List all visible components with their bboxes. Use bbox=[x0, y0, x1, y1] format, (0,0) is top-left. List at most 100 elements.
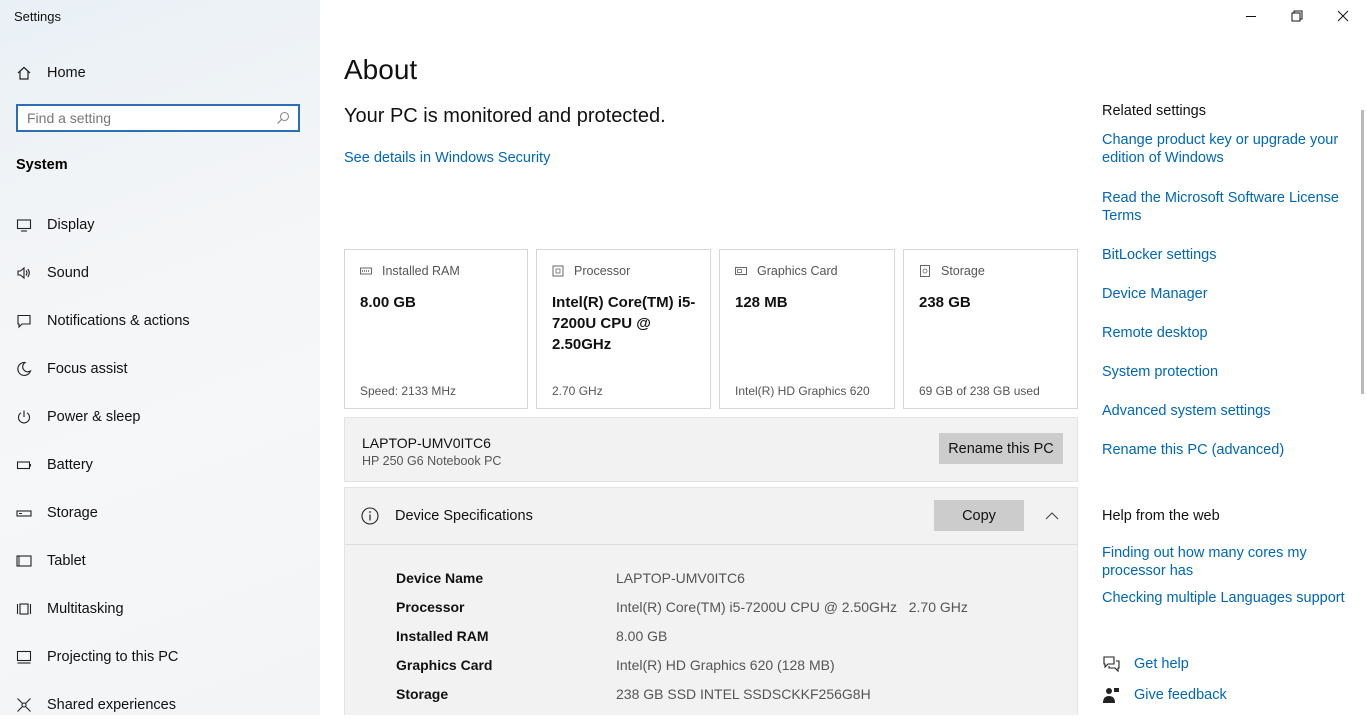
nav-label: Power & sleep bbox=[47, 409, 141, 425]
card-value: 8.00 GB bbox=[360, 294, 416, 311]
nav-multitasking[interactable]: Multitasking bbox=[16, 595, 306, 623]
info-icon bbox=[361, 507, 379, 530]
pc-name-panel: LAPTOP-UMV0ITC6 HP 250 G6 Notebook PC Re… bbox=[344, 417, 1078, 482]
card-label: Installed RAM bbox=[382, 264, 460, 278]
app-title: Settings bbox=[14, 9, 61, 24]
storage-icon bbox=[16, 505, 32, 521]
nav-label: Display bbox=[47, 217, 95, 233]
related-link[interactable]: Device Manager bbox=[1102, 285, 1347, 303]
search-field[interactable] bbox=[16, 104, 300, 132]
card-label: Storage bbox=[941, 264, 985, 278]
get-help-icon bbox=[1102, 655, 1120, 673]
close-button[interactable] bbox=[1320, 0, 1366, 32]
scrollbar[interactable] bbox=[1361, 110, 1364, 394]
windows-security-link[interactable]: See details in Windows Security bbox=[344, 150, 550, 166]
divider bbox=[345, 544, 1077, 545]
focus-assist-icon bbox=[16, 361, 32, 377]
nav-home[interactable]: Home bbox=[16, 59, 306, 87]
shared-experiences-icon bbox=[16, 697, 32, 713]
close-icon bbox=[1337, 10, 1349, 22]
multitasking-icon bbox=[16, 601, 32, 617]
nav-battery[interactable]: Battery bbox=[16, 451, 306, 479]
nav-power-sleep[interactable]: Power & sleep bbox=[16, 403, 306, 431]
pc-name: LAPTOP-UMV0ITC6 bbox=[362, 435, 491, 451]
related-link[interactable]: Read the Microsoft Software License Term… bbox=[1102, 189, 1347, 225]
page-title: About bbox=[344, 54, 418, 85]
projecting-icon bbox=[16, 649, 32, 665]
notifications-icon bbox=[16, 313, 32, 329]
help-link[interactable]: Finding out how many cores my processor … bbox=[1102, 544, 1332, 580]
get-help-label: Get help bbox=[1134, 656, 1189, 672]
card-value: Intel(R) Core(TM) i5-7200U CPU @ 2.50GHz bbox=[552, 294, 696, 353]
processor-icon bbox=[552, 265, 564, 277]
device-specifications-title: Device Specifications bbox=[395, 508, 533, 524]
nav-notifications[interactable]: Notifications & actions bbox=[16, 307, 306, 335]
chevron-up-icon[interactable] bbox=[1045, 508, 1059, 526]
nav-display[interactable]: Display bbox=[16, 211, 306, 239]
nav-home-label: Home bbox=[47, 65, 86, 81]
nav-label: Battery bbox=[47, 457, 93, 473]
copy-button[interactable]: Copy bbox=[934, 500, 1024, 531]
spec-label: Installed RAM bbox=[396, 628, 489, 644]
spec-value: 8.00 GB bbox=[616, 628, 668, 644]
nav-label: Shared experiences bbox=[47, 697, 176, 713]
search-icon[interactable] bbox=[276, 111, 290, 130]
related-link[interactable]: BitLocker settings bbox=[1102, 246, 1347, 264]
spec-label: Device Name bbox=[396, 570, 484, 586]
card-label: Processor bbox=[574, 264, 631, 278]
nav-storage[interactable]: Storage bbox=[16, 499, 306, 527]
graphics-card-card: Graphics Card 128 MB Intel(R) HD Graphic… bbox=[719, 249, 895, 409]
spec-label: Storage bbox=[396, 686, 449, 702]
restore-icon bbox=[1291, 10, 1303, 22]
sidebar: Settings Home System Display Sound Notif… bbox=[0, 0, 320, 715]
graphics-card-icon bbox=[735, 265, 747, 277]
related-link[interactable]: Advanced system settings bbox=[1102, 402, 1347, 420]
nav-sound[interactable]: Sound bbox=[16, 259, 306, 287]
rename-pc-button[interactable]: Rename this PC bbox=[939, 433, 1063, 464]
give-feedback-label: Give feedback bbox=[1134, 687, 1227, 703]
nav-label: Notifications & actions bbox=[47, 313, 190, 329]
get-help-link[interactable]: Get help bbox=[1102, 655, 1189, 673]
spec-label: Graphics Card bbox=[396, 657, 493, 673]
nav-tablet[interactable]: Tablet bbox=[16, 547, 306, 575]
nav-label: Projecting to this PC bbox=[47, 649, 179, 665]
related-settings-heading: Related settings bbox=[1102, 103, 1206, 119]
storage-card: Storage 238 GB 69 GB of 238 GB used bbox=[903, 249, 1078, 409]
card-header: Processor bbox=[552, 264, 630, 278]
nav-projecting[interactable]: Projecting to this PC bbox=[16, 643, 306, 671]
nav-label: Tablet bbox=[47, 553, 86, 569]
help-link[interactable]: Checking multiple Languages support bbox=[1102, 589, 1347, 607]
processor-card: Processor Intel(R) Core(TM) i5-7200U CPU… bbox=[536, 249, 711, 409]
card-value: 238 GB bbox=[919, 294, 971, 311]
related-link[interactable]: System protection bbox=[1102, 363, 1347, 381]
related-link[interactable]: Rename this PC (advanced) bbox=[1102, 441, 1347, 459]
feedback-icon bbox=[1102, 686, 1120, 704]
device-specifications-panel: Device Specifications Copy Device Name L… bbox=[344, 487, 1078, 715]
nav-label: Focus assist bbox=[47, 361, 128, 377]
sound-icon bbox=[16, 265, 32, 281]
card-detail: Speed: 2133 MHz bbox=[360, 384, 457, 398]
home-icon bbox=[16, 65, 32, 81]
minimize-button[interactable] bbox=[1228, 0, 1274, 32]
search-input[interactable] bbox=[18, 106, 267, 130]
nav-label: Multitasking bbox=[47, 601, 124, 617]
section-heading-system: System bbox=[16, 157, 68, 173]
spec-row: Device Name LAPTOP-UMV0ITC6 bbox=[396, 570, 1066, 590]
power-icon bbox=[16, 409, 32, 425]
protection-status: Your PC is monitored and protected. bbox=[344, 105, 666, 127]
spec-value: 238 GB SSD INTEL SSDSCKKF256G8H bbox=[616, 686, 871, 702]
restore-button[interactable] bbox=[1274, 0, 1320, 32]
related-link[interactable]: Remote desktop bbox=[1102, 324, 1347, 342]
card-header: Storage bbox=[919, 264, 985, 278]
ram-icon bbox=[360, 265, 372, 277]
spec-row: Storage 238 GB SSD INTEL SSDSCKKF256G8H bbox=[396, 686, 1066, 706]
card-detail: Intel(R) HD Graphics 620 bbox=[735, 384, 870, 398]
card-header: Graphics Card bbox=[735, 264, 838, 278]
nav-focus-assist[interactable]: Focus assist bbox=[16, 355, 306, 383]
give-feedback-link[interactable]: Give feedback bbox=[1102, 686, 1227, 704]
spec-row: Processor Intel(R) Core(TM) i5-7200U CPU… bbox=[396, 599, 1066, 619]
nav-label: Storage bbox=[47, 505, 98, 521]
related-link[interactable]: Change product key or upgrade your editi… bbox=[1102, 131, 1347, 167]
spec-value: LAPTOP-UMV0ITC6 bbox=[616, 570, 745, 586]
help-heading: Help from the web bbox=[1102, 508, 1220, 524]
